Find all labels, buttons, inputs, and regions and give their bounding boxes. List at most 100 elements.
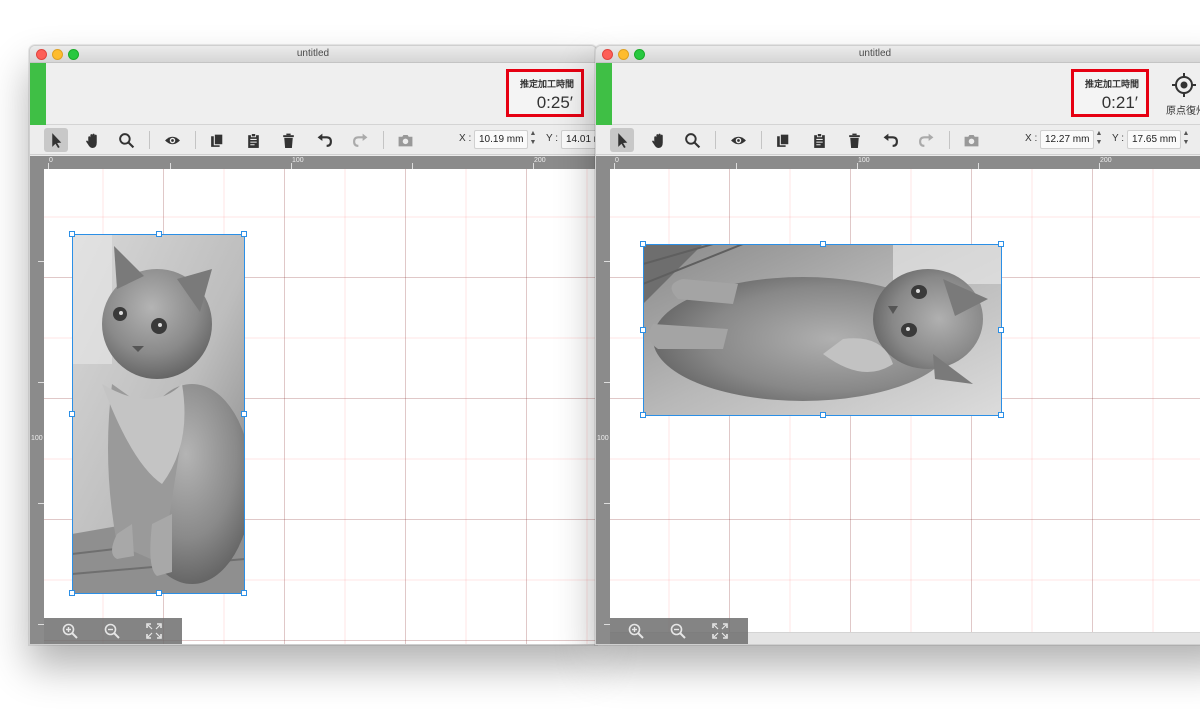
preview-button[interactable] (726, 128, 750, 152)
paste-button[interactable] (241, 128, 265, 152)
zoom-tool-button[interactable] (114, 128, 138, 152)
x-coordinate-label: X : (1025, 133, 1038, 144)
fit-screen-button[interactable] (144, 621, 164, 641)
redo-button[interactable] (348, 128, 372, 152)
zoom-tool-button[interactable] (680, 128, 704, 152)
resize-handle[interactable] (820, 241, 826, 247)
delete-button[interactable] (276, 128, 300, 152)
delete-button[interactable] (842, 128, 866, 152)
fit-screen-button[interactable] (710, 621, 730, 641)
x-coordinate-label: X : (459, 133, 472, 144)
pan-tool-button[interactable] (80, 128, 104, 152)
ruler-tick (614, 163, 615, 169)
zoom-in-icon (628, 623, 644, 639)
y-coordinate-input[interactable]: 17.65 mm (1127, 130, 1181, 149)
title-bar: untitled (30, 46, 596, 63)
redo-icon (918, 133, 933, 147)
x-stepper[interactable]: ▲ ▼ (1095, 129, 1103, 147)
copy-button[interactable] (205, 128, 229, 152)
camera-button[interactable] (959, 128, 983, 152)
resize-handle[interactable] (69, 411, 75, 417)
magnifier-icon (684, 132, 700, 148)
ruler-label: 200 (534, 157, 546, 164)
return-to-origin-button[interactable]: 原点復帰 (1162, 69, 1200, 117)
resize-handle[interactable] (69, 590, 75, 596)
copy-button[interactable] (771, 128, 795, 152)
copy-icon (210, 133, 223, 147)
ruler-tick (736, 163, 737, 169)
zoom-out-icon (670, 623, 686, 639)
title-bar: untitled (596, 46, 1200, 63)
work-area[interactable]: 0 100 200 100 200 (30, 156, 596, 644)
estimated-time-box: 推定加工時間 0:25′ (506, 69, 584, 117)
estimated-time-box: 推定加工時間 0:21′ (1071, 69, 1149, 117)
eye-icon (164, 136, 180, 144)
toolbar: X : 12.27 mm ▲ ▼ Y : 17.65 mm ▲ ▼ (596, 125, 1200, 155)
ruler-tick (38, 261, 44, 262)
top-bar: 推定加工時間 0:25′ (30, 63, 596, 125)
resize-handle[interactable] (998, 241, 1004, 247)
undo-icon (317, 133, 332, 147)
window-title: untitled (296, 48, 330, 59)
resize-handle[interactable] (241, 231, 247, 237)
ruler-tick (533, 163, 534, 169)
ruler-tick (170, 163, 171, 169)
pan-tool-button[interactable] (646, 128, 670, 152)
zoom-in-button[interactable] (60, 621, 80, 641)
paste-icon (813, 132, 825, 148)
resize-handle[interactable] (640, 412, 646, 418)
resize-handle[interactable] (998, 327, 1004, 333)
zoom-out-button[interactable] (102, 621, 122, 641)
ruler-tick (48, 163, 49, 169)
select-tool-button[interactable] (610, 128, 634, 152)
ruler-tick (604, 382, 610, 383)
zoom-in-button[interactable] (626, 621, 646, 641)
preview-button[interactable] (160, 128, 184, 152)
eye-icon (730, 136, 746, 144)
y-coordinate-input[interactable]: 14.01 m (561, 130, 596, 149)
brand-strip (596, 63, 612, 125)
resize-handle[interactable] (820, 412, 826, 418)
x-coordinate-input[interactable]: 12.27 mm (1040, 130, 1094, 149)
estimated-time-value: 0:21′ (1101, 93, 1138, 112)
paste-button[interactable] (807, 128, 831, 152)
trash-icon (848, 133, 860, 148)
resize-handle[interactable] (998, 412, 1004, 418)
resize-handle[interactable] (640, 327, 646, 333)
y-stepper[interactable]: ▲ ▼ (1182, 129, 1190, 147)
fit-screen-icon (712, 623, 728, 639)
select-tool-button[interactable] (44, 128, 68, 152)
redo-icon (352, 133, 367, 147)
resize-handle[interactable] (156, 590, 162, 596)
camera-button[interactable] (393, 128, 417, 152)
crosshair-target-icon (1172, 73, 1196, 97)
resize-handle[interactable] (156, 231, 162, 237)
resize-handle[interactable] (241, 590, 247, 596)
app-window-landscape: untitled 推定加工時間 0:21′ 原点復帰 (595, 45, 1200, 645)
x-stepper[interactable]: ▲ ▼ (529, 129, 537, 147)
redo-button[interactable] (914, 128, 938, 152)
zoom-in-icon (62, 623, 78, 639)
zoom-out-button[interactable] (668, 621, 688, 641)
selection-box[interactable] (69, 231, 247, 596)
resize-handle[interactable] (640, 241, 646, 247)
x-coordinate-input[interactable]: 10.19 mm (474, 130, 528, 149)
camera-icon (398, 134, 412, 146)
window-title: untitled (858, 48, 892, 59)
undo-button[interactable] (312, 128, 336, 152)
work-area[interactable]: 0 100 200 100 200 (596, 156, 1200, 644)
desktop: untitled 推定加工時間 0:25′ X: 10.19 mm ▲ ▼ Y… (0, 0, 1200, 719)
estimated-time-value: 0:25′ (536, 93, 573, 112)
select-arrow-icon (51, 132, 61, 148)
resize-handle[interactable] (69, 231, 75, 237)
ruler-label: 100 (858, 157, 870, 164)
toolbar: X : 10.19 mm ▲▼ Y : 14.01 m (30, 125, 596, 155)
trash-icon (282, 133, 294, 148)
selection-box[interactable] (640, 241, 1004, 418)
undo-button[interactable] (878, 128, 902, 152)
resize-handle[interactable] (241, 411, 247, 417)
toolbar-separator (715, 131, 716, 149)
vertical-ruler: 100 200 (596, 156, 610, 644)
estimated-time-label: 推定加工時間 (1084, 79, 1139, 89)
app-window-portrait: untitled 推定加工時間 0:25′ X: 10.19 mm ▲ ▼ Y… (29, 45, 597, 645)
